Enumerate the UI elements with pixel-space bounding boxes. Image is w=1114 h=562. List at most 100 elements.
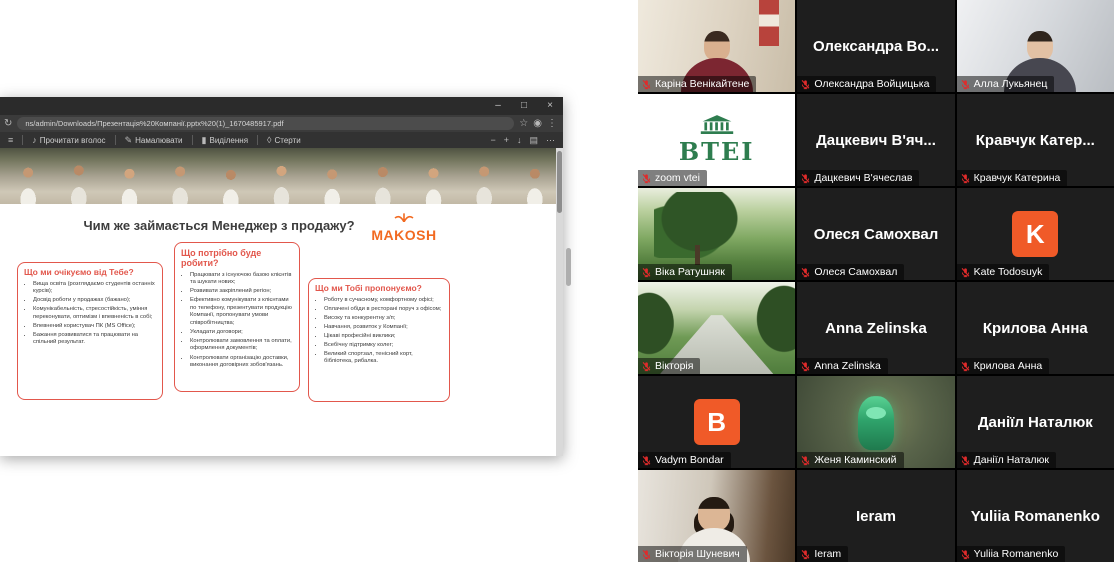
slide-box-duties: Що потрібно буде робити? Працювати з існ…	[174, 242, 300, 392]
pdf-scrollbar-thumb[interactable]	[557, 151, 562, 213]
participant-tile[interactable]: K Kate Todosuyk	[957, 188, 1114, 280]
slide-box-expectations: Що ми очікуємо від Тебе? Вища освіта (ро…	[17, 262, 163, 400]
refresh-icon[interactable]: ↻	[4, 118, 12, 129]
zoom-out-icon[interactable]: −	[490, 132, 495, 148]
participant-tile[interactable]: Вікторія Шуневич	[638, 470, 795, 562]
participant-tile[interactable]: Віка Ратушняк	[638, 188, 795, 280]
participant-tile[interactable]: Каріна Венікайтене	[638, 0, 795, 92]
erase-button[interactable]: ◊ Стерти	[267, 132, 301, 148]
bullet-item: Працювати з існуючою базою клієнтів та ш…	[190, 272, 293, 287]
pdf-content-area: Чим же займається Менеджер з продажу? MA…	[0, 148, 563, 456]
save-icon[interactable]: ↓	[517, 132, 522, 148]
mic-muted-icon	[641, 267, 652, 278]
toc-icon[interactable]: ≡	[8, 132, 13, 148]
mic-muted-icon	[800, 173, 811, 184]
participant-name: Anna Zelinska	[814, 360, 881, 372]
participant-name: Ieram	[814, 548, 841, 560]
browser-titlebar: – □ ×	[0, 97, 563, 115]
close-button[interactable]: ×	[537, 97, 563, 115]
bullet-item: Впевнений користувач ПК (MS Office);	[33, 323, 156, 331]
favorite-icon[interactable]: ☆	[519, 118, 528, 129]
participant-tile[interactable]: Крилова Анна Крилова Анна	[957, 282, 1114, 374]
participant-name: Женя Каминский	[814, 454, 896, 466]
mic-muted-icon	[960, 549, 971, 560]
participant-name-label: Anna Zelinska	[797, 358, 888, 374]
mic-muted-icon	[800, 455, 811, 466]
participant-name: Алла Лукьянец	[974, 78, 1048, 90]
participant-name-label: Даніїл Наталюк	[957, 452, 1056, 468]
mic-muted-icon	[960, 455, 971, 466]
participant-name-label: zoom vtei	[638, 170, 707, 186]
mic-muted-icon	[641, 79, 652, 90]
bullet-item: Вища освіта (розглядаємо студентів остан…	[33, 281, 156, 296]
participant-name: Вікторія Шуневич	[655, 548, 740, 560]
makosh-logo: MAKOSH	[358, 209, 450, 243]
participant-name-label: Yuliia Romanenko	[957, 546, 1066, 562]
participant-display-name: Даніїл Наталюк	[974, 414, 1097, 431]
minimize-button[interactable]: –	[485, 97, 511, 115]
bullet-item: Роботу в сучасному, комфортному офісі;	[324, 297, 443, 305]
participant-tile[interactable]: Женя Каминский	[797, 376, 954, 468]
slide-title: Чим же займається Менеджер з продажу?	[74, 218, 364, 233]
participant-name-label: Олеся Самохвал	[797, 264, 904, 280]
read-aloud-button[interactable]: ♪ Прочитати вголос	[32, 132, 105, 148]
browser-addressbar: ↻ ns/admin/Downloads/Презентація%20Компа…	[0, 115, 563, 132]
participant-tile[interactable]: Вікторія	[638, 282, 795, 374]
bullet-item: Високу та конкурентну з/п;	[324, 315, 443, 323]
draw-icon: ✎	[125, 132, 133, 148]
print-icon[interactable]: ▤	[529, 132, 538, 148]
read-aloud-icon: ♪	[32, 132, 37, 148]
pane-resize-handle[interactable]	[566, 248, 571, 286]
zoom-in-icon[interactable]: +	[504, 132, 509, 148]
participant-name-label: Віка Ратушняк	[638, 264, 732, 280]
mic-muted-icon	[800, 549, 811, 560]
browser-window: – □ × ↻ ns/admin/Downloads/Презентація%2…	[0, 97, 563, 456]
participant-display-name: Ieram	[852, 508, 900, 525]
participant-display-name: Дацкевич В'яч...	[812, 132, 940, 149]
toolbar-divider	[22, 135, 23, 145]
participant-name: Олександра Войцицька	[814, 78, 929, 90]
bullet-item: Укладати договори;	[190, 329, 293, 337]
participant-display-name: Олександра Во...	[809, 38, 943, 55]
bullet-list: Працювати з існуючою базою клієнтів та ш…	[181, 272, 293, 370]
participant-tile[interactable]: Алла Лукьянец	[957, 0, 1114, 92]
profile-icon[interactable]: ◉	[533, 118, 542, 129]
participant-tile[interactable]: Даніїл Наталюк Даніїл Наталюк	[957, 376, 1114, 468]
participant-display-name: Кравчук Катер...	[972, 132, 1099, 149]
participant-display-name: Олеся Самохвал	[810, 226, 943, 243]
bullet-list: Роботу в сучасному, комфортному офісі;Оп…	[315, 297, 443, 366]
makosh-logo-text: MAKOSH	[358, 227, 450, 243]
pdf-scrollbar[interactable]	[556, 148, 563, 456]
bullet-item: Бажання розвиватися та працювати на спіл…	[33, 332, 156, 347]
draw-button[interactable]: ✎ Намалювати	[125, 132, 183, 148]
url-input[interactable]: ns/admin/Downloads/Презентація%20Компані…	[17, 117, 514, 130]
participant-tile[interactable]: Yuliia Romanenko Yuliia Romanenko	[957, 470, 1114, 562]
participant-name-label: Вікторія	[638, 358, 700, 374]
avatar-initial: B	[694, 399, 740, 445]
browser-menu-icon[interactable]: ⋮	[547, 118, 557, 129]
highlight-button[interactable]: ▮ Виділення	[202, 132, 249, 148]
more-options-icon[interactable]: ⋯	[546, 132, 555, 148]
participants-grid: Каріна Венікайтене Олександра Во... Олек…	[638, 0, 1114, 562]
bullet-item: Великий спортзал, тенісний корт, бібліот…	[324, 351, 443, 366]
participant-name-label: Kate Todosuyk	[957, 264, 1050, 280]
maximize-button[interactable]: □	[511, 97, 537, 115]
toolbar-divider	[192, 135, 193, 145]
participant-name: Віка Ратушняк	[655, 266, 725, 278]
presentation-slide: Чим же займається Менеджер з продажу? MA…	[0, 204, 563, 456]
participant-tile[interactable]: Олександра Во... Олександра Войцицька	[797, 0, 954, 92]
bullet-item: Оплачені обіди в ресторані поруч з офісо…	[324, 306, 443, 314]
participant-tile[interactable]: Anna Zelinska Anna Zelinska	[797, 282, 954, 374]
participant-tile[interactable]: Олеся Самохвал Олеся Самохвал	[797, 188, 954, 280]
participant-tile[interactable]: Дацкевич В'яч... Дацкевич В'ячеслав	[797, 94, 954, 186]
participant-name: zoom vtei	[655, 172, 700, 184]
participant-name: Олеся Самохвал	[814, 266, 897, 278]
participant-tile[interactable]: ВТЕІ zoom vtei	[638, 94, 795, 186]
participant-name: Даніїл Наталюк	[974, 454, 1049, 466]
participant-tile[interactable]: Ieram Ieram	[797, 470, 954, 562]
participant-tile[interactable]: Кравчук Катер... Кравчук Катерина	[957, 94, 1114, 186]
participant-display-name: Yuliia Romanenko	[967, 508, 1104, 525]
participant-tile[interactable]: B Vadym Bondar	[638, 376, 795, 468]
bullet-item: Контролювати організацію доставки, викон…	[190, 355, 293, 370]
vtei-logo-text: ВТЕІ	[679, 137, 755, 166]
